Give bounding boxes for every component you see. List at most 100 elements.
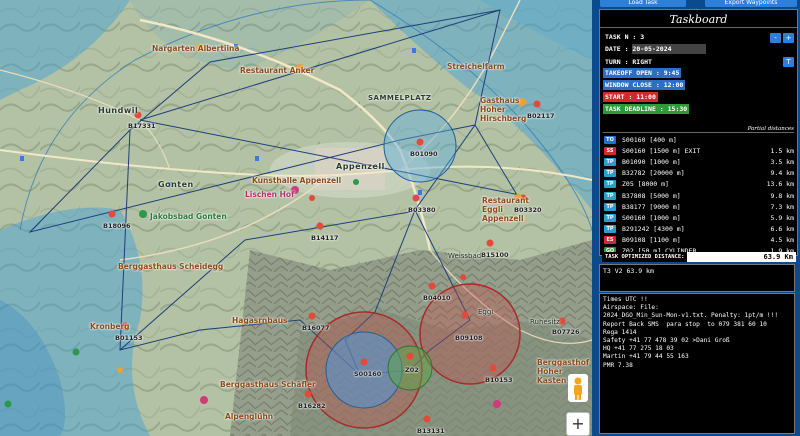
turnpoint-type-badge: TP xyxy=(604,169,616,178)
town-label-sammelplatz: SAMMELPLATZ xyxy=(368,94,432,102)
waypoint-label[interactable]: B13131 xyxy=(417,427,445,435)
waypoint-label[interactable]: B03380 xyxy=(408,206,436,214)
start-time: START : 11:00 xyxy=(603,92,658,102)
taskboard: Taskboard TASK N : 3 - + DATE : 20-05-20… xyxy=(599,9,798,256)
poi-label-hagasrnbaus: Hagasrnbaus xyxy=(232,316,288,325)
turnpoint-distance: 9.4 km xyxy=(770,169,794,178)
turnpoint-row[interactable]: TP S00160 [1000 m] 5.9 km xyxy=(604,213,794,224)
waypoint-label[interactable]: B09108 xyxy=(455,334,483,342)
waypoint-label[interactable]: B15100 xyxy=(481,251,509,259)
waypoint-label[interactable]: B16077 xyxy=(302,324,330,332)
poi-label-nargarten: Nargarten Albertiina xyxy=(152,44,240,53)
export-waypoints-button[interactable]: Export Waypoints xyxy=(705,0,797,7)
date-label: DATE : xyxy=(605,45,633,53)
taskboard-title: Taskboard xyxy=(669,13,728,26)
load-task-button[interactable]: Load Task xyxy=(600,0,686,7)
turnpoint-row[interactable]: SS S00160 [1500 m] EXIT 1.5 km xyxy=(604,146,794,157)
waypoint-label[interactable]: B04010 xyxy=(423,294,451,302)
town-label-hundwil: Hundwil xyxy=(98,106,139,115)
turnpoint-row[interactable]: TP B291242 [4300 m] 6.6 km xyxy=(604,224,794,235)
poi-label-jakobsbad: Jakobsbad Gonten xyxy=(150,212,227,221)
turnpoint-name: B38177 [9000 m] xyxy=(622,202,681,211)
turnpoint-type-badge: TP xyxy=(604,202,616,211)
poi-label-kronberg: Kronberg xyxy=(90,322,130,331)
optimized-distance-bar: TASK OPTIMIZED DISTANCE: 63.9 Km xyxy=(602,252,796,262)
turnpoint-type-badge: TP xyxy=(604,224,616,233)
window-close: WINDOW CLOSE : 12:00 xyxy=(603,80,686,90)
turnpoint-type-badge: TP xyxy=(604,180,616,189)
turnpoint-name: B291242 [4300 m] xyxy=(622,224,685,233)
waypoint-label[interactable]: S00160 xyxy=(354,370,381,378)
turnpoint-distance: 5.9 km xyxy=(770,213,794,222)
task-number: TASK N : 3 xyxy=(605,33,645,41)
turnpoint-distance: 3.5 km xyxy=(770,158,794,167)
town-label-gonten: Gonten xyxy=(158,180,194,189)
waypoint-label[interactable]: B01090 xyxy=(410,150,438,158)
turnpoint-distance: 6.6 km xyxy=(770,224,794,233)
pegman-icon xyxy=(574,377,582,400)
place-label-weissbad: Weissbad xyxy=(448,252,482,260)
task-increment-button[interactable]: + xyxy=(783,33,794,43)
street-view-pegman[interactable] xyxy=(568,374,588,402)
turn-toggle-button[interactable]: T xyxy=(783,57,794,67)
poi-label-lischen-hof: Lischen Hof xyxy=(245,190,295,199)
turnpoint-type-badge: TP xyxy=(604,191,616,200)
place-label-ruhesitz: Ruhesitz xyxy=(530,318,560,326)
waypoint-label[interactable]: B01153 xyxy=(115,334,143,342)
optimized-distance-label: TASK OPTIMIZED DISTANCE: xyxy=(602,252,688,262)
turnpoint-type-badge: ES xyxy=(604,235,616,244)
waypoint-label[interactable]: B03320 xyxy=(514,206,542,214)
date-row: DATE : 20-05-2024 xyxy=(603,44,708,54)
turnpoint-type-badge: SS xyxy=(604,147,616,156)
waypoint-label[interactable]: B07726 xyxy=(552,328,580,336)
turnpoint-distance: 13.6 km xyxy=(766,180,794,189)
poi-label-restaurant-anker: Restaurant Anker xyxy=(240,66,315,75)
task-summary-textarea[interactable]: T3 V2 63.9 km xyxy=(599,264,795,292)
waypoint-label[interactable]: B02117 xyxy=(527,112,555,120)
turnpoint-type-badge: TP xyxy=(604,213,616,222)
turnpoint-row[interactable]: TP B32782 [20000 m] 9.4 km xyxy=(604,168,794,179)
waypoint-label[interactable]: B17331 xyxy=(128,122,156,130)
turnpoint-row[interactable]: TP B01090 [1000 m] 3.5 km xyxy=(604,157,794,168)
place-label-eggi: Eggi xyxy=(478,308,494,316)
turnpoint-row[interactable]: ES B09108 [1100 m] 4.5 km xyxy=(604,235,794,246)
task-decrement-button[interactable]: - xyxy=(770,33,781,43)
date-field[interactable]: 20-05-2024 xyxy=(632,44,707,54)
waypoint-label[interactable]: B16282 xyxy=(298,402,326,410)
poi-label-berggasthaus-schafler: Berggasthaus Schäfler xyxy=(220,380,316,389)
turnpoint-distance: 9.8 km xyxy=(770,191,794,200)
turnpoint-name: B09108 [1100 m] xyxy=(622,235,681,244)
map-view[interactable]: Appenzell SAMMELPLATZ Gonten Hundwil Nar… xyxy=(0,0,592,436)
turn-direction: TURN : RIGHT xyxy=(605,58,652,66)
turnpoint-distance: 4.5 km xyxy=(770,235,794,244)
turnpoint-distance: 7.3 km xyxy=(770,202,794,211)
divider xyxy=(600,27,797,28)
turnpoint-name: B37808 [5000 m] xyxy=(622,191,681,200)
turnpoint-row[interactable]: TP Z05 [8000 m] 13.6 km xyxy=(604,179,794,190)
turnpoint-name: Z05 [8000 m] xyxy=(622,180,669,189)
turnpoint-row[interactable]: TP B38177 [9000 m] 7.3 km xyxy=(604,202,794,213)
task-deadline: TASK DEADLINE : 15:30 xyxy=(603,104,690,114)
turnpoint-name: S00160 [400 m] xyxy=(622,136,677,144)
turnpoint-distance: 1.5 km xyxy=(770,147,794,156)
optimized-distance-value: 63.9 Km xyxy=(763,253,793,261)
poi-label-alpenglühn: Alpenglühn xyxy=(225,412,274,421)
task-notes-textarea[interactable]: Times UTC !! Airspace: File: 2024_DGO_Mi… xyxy=(599,293,795,434)
waypoint-label[interactable]: B18096 xyxy=(103,222,131,230)
turnpoint-row[interactable]: TP B37808 [5000 m] 9.8 km xyxy=(604,191,794,202)
turnpoint-name: S00160 [1000 m] xyxy=(622,213,681,222)
takeoff-open: TAKEOFF OPEN : 9:45 xyxy=(603,68,682,78)
waypoint-label[interactable]: B14117 xyxy=(311,234,339,242)
turnpoint-name: S00160 [1500 m] EXIT xyxy=(622,147,701,156)
poi-label-berggasthaus-scheidegg: Berggasthaus Scheidegg xyxy=(118,262,224,271)
turnpoint-row[interactable]: TO S00160 [400 m] xyxy=(604,135,794,146)
town-label-appenzell: Appenzell xyxy=(336,162,385,171)
turnpoint-name: B01090 [1000 m] xyxy=(622,158,681,167)
turnpoint-name: B32782 [20000 m] xyxy=(622,169,685,178)
turnpoint-type-badge: TP xyxy=(604,158,616,167)
turnpoint-type-badge: TO xyxy=(604,136,616,144)
waypoint-label[interactable]: Z02 xyxy=(405,366,419,374)
waypoint-label[interactable]: B10153 xyxy=(485,376,513,384)
divider xyxy=(603,132,794,133)
zoom-in-button[interactable]: + xyxy=(566,412,590,436)
